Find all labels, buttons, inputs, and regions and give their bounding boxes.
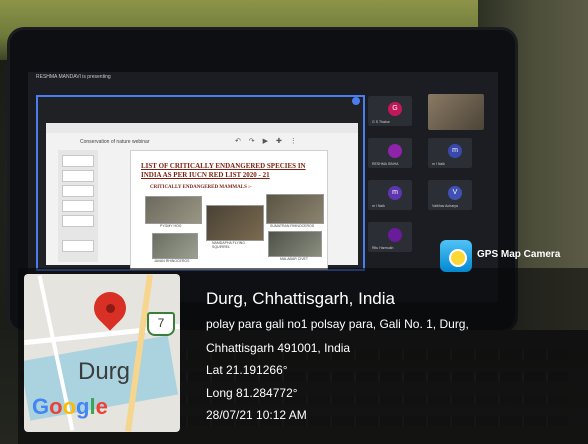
animal-photo-sumatran-rhino xyxy=(266,194,324,224)
google-letter: g xyxy=(76,394,90,419)
presenter-banner: RESHMA MANDAVI is presenting xyxy=(36,74,111,80)
animal-photo-javan-rhino xyxy=(152,233,198,259)
animal-photo-flying-squirrel xyxy=(206,205,264,241)
participant-name: Ritu Harmukh xyxy=(372,246,394,250)
map-thumbnail: 7 Durg Google xyxy=(24,274,180,432)
slide-thumbnail xyxy=(62,170,94,182)
slide-title: LIST OF CRITICALLY ENDANGERED SPECIES IN… xyxy=(141,162,306,179)
address-line-2: Chhattisgarh 491001, India xyxy=(206,341,351,355)
slide-thumbnail xyxy=(62,240,94,252)
route-shield-icon: 7 xyxy=(147,312,175,336)
slide-thumbnail xyxy=(62,215,94,227)
avatar: V xyxy=(448,186,462,200)
participant-name: RESHMA SINHA xyxy=(372,162,399,166)
slide-thumbnail xyxy=(62,185,94,197)
slides-app-title: Conservation of nature webinar xyxy=(80,139,150,145)
participant-name: Vaibhav Acharya xyxy=(432,204,459,208)
gps-camera-lens-icon xyxy=(449,249,467,267)
avatar xyxy=(388,144,402,158)
slide-thumbnail xyxy=(62,200,94,212)
google-letter: e xyxy=(95,394,108,419)
animal-label: MALABAR CIVET xyxy=(280,257,309,261)
avatar xyxy=(388,228,402,242)
animal-label: SUMATRAN RHINOCEROS xyxy=(270,224,315,228)
participant-video-tile xyxy=(428,94,484,130)
slides-statusbar xyxy=(46,123,358,133)
slide-subtitle: CRITICALLY ENDANGERED MAMMALS :- xyxy=(150,185,252,190)
latitude: Lat 21.191266° xyxy=(206,363,288,377)
avatar: G xyxy=(388,102,402,116)
participant-name: m I Naik xyxy=(432,162,445,166)
animal-label: NAMDAPHA FLYING SQUIRREL xyxy=(212,241,245,249)
animal-photo-pygmy-hog xyxy=(145,196,202,224)
share-indicator-icon xyxy=(352,97,360,105)
avatar: m xyxy=(388,186,402,200)
avatar: m xyxy=(448,144,462,158)
location-title: Durg, Chhattisgarh, India xyxy=(206,289,395,308)
google-letter: o xyxy=(62,394,77,419)
animal-label: JAVAN RHINOCEROS xyxy=(154,259,190,263)
longitude: Long 81.284772° xyxy=(206,386,298,400)
slide-thumbnail xyxy=(62,155,94,167)
address-line-1: polay para gali no1 polsay para, Gali No… xyxy=(206,317,469,331)
gps-app-label: GPS Map Camera xyxy=(477,249,561,260)
location-pin-center xyxy=(106,304,115,313)
participant-name: m I Naik xyxy=(372,204,385,208)
slides-toolbar: ↶ ↷ ▶ ✚ ⋮ xyxy=(235,138,300,145)
animal-photo-malabar-civet xyxy=(268,231,322,257)
google-letter: G xyxy=(32,394,50,419)
timestamp: 28/07/21 10:12 AM xyxy=(206,408,307,422)
map-city-label: Durg xyxy=(78,358,131,385)
participant-name: G S Thakur xyxy=(372,120,390,124)
google-letter: o xyxy=(49,394,63,419)
animal-label: PYGMY HOG xyxy=(160,224,182,228)
google-logo: Google xyxy=(32,394,108,420)
